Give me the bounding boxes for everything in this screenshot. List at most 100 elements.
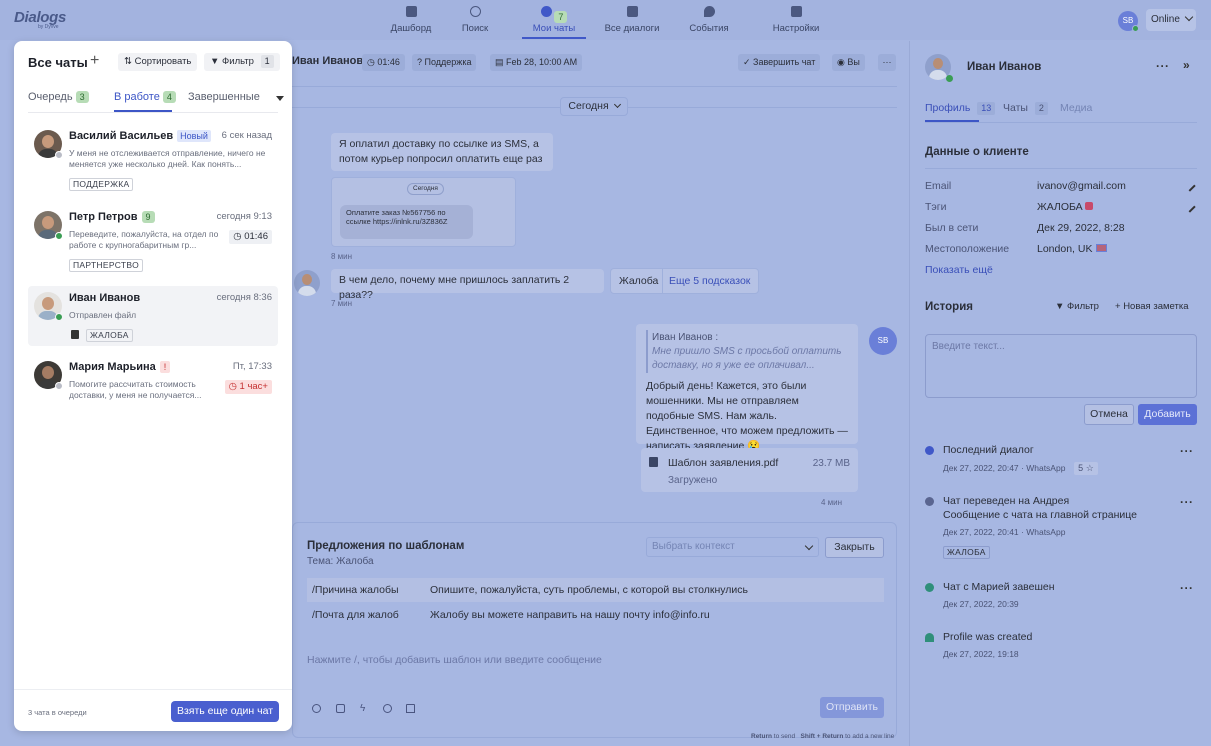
edit-icon[interactable] [1184, 180, 1196, 192]
attach-icon[interactable] [312, 704, 321, 713]
day-label: Сегодня [568, 100, 609, 112]
template-row[interactable]: /Причина жалобы Опишите, пожалуйста, сут… [307, 578, 884, 602]
filter-label: Фильтр [222, 56, 254, 67]
nav-dashboard[interactable]: Дашборд [390, 6, 432, 34]
assignee-button[interactable]: ◉ Вы [832, 54, 865, 71]
history-title: Profile was created [943, 631, 1033, 643]
chat-list-item-active[interactable]: Иван Иванов сегодня 8:36 Отправлен файл … [28, 292, 278, 342]
nav-settings[interactable]: Настройки [772, 6, 820, 34]
settings-icon [790, 6, 802, 17]
tab-chats[interactable]: Чаты 2 [1003, 102, 1048, 115]
day-divider[interactable]: Сегодня [560, 97, 628, 116]
file-attachment[interactable]: Шаблон заявления.pdf 23.7 MB Загружено [641, 448, 858, 492]
location-label: Местоположение [925, 243, 1010, 255]
online-dot [1132, 25, 1139, 32]
templates-title: Предложения по шаблонам [307, 540, 465, 552]
chat-list-item[interactable]: Мария Марьина! Пт, 17:33 Помогите рассчи… [28, 361, 278, 411]
bookmark-icon[interactable] [406, 704, 415, 713]
more-icon[interactable]: ··· [878, 54, 896, 71]
chat-timer: ◷ 01:46 [362, 54, 405, 71]
image-attachment[interactable]: Сегодня Оплатите заказ №567756 по ссылке… [331, 177, 516, 247]
chevron-down-icon [804, 541, 814, 551]
tab-media[interactable]: Медиа [1060, 102, 1092, 114]
add-note-button[interactable]: Добавить [1138, 404, 1197, 425]
reply-text: Добрый день! Кажется, это были мошенники… [646, 380, 848, 452]
edit-icon[interactable] [1184, 201, 1196, 213]
emoji-icon[interactable] [383, 704, 392, 713]
chevron-down-icon [613, 100, 621, 109]
chat-preview: Отправлен файл [69, 310, 137, 320]
end-chat-button[interactable]: ✓ Завершить чат [738, 54, 821, 71]
add-chat-icon[interactable]: + [90, 52, 99, 70]
more-hints-link[interactable]: Еще 5 подсказок [669, 274, 750, 289]
collapse-panel-icon[interactable]: » [1183, 58, 1190, 72]
chat-tag: ЖАЛОБА [86, 329, 133, 342]
chat-category[interactable]: ? Поддержка [412, 54, 477, 71]
nav-all-dialogs[interactable]: Все диалоги [604, 6, 660, 34]
status-dropdown[interactable]: Online [1146, 9, 1196, 31]
timer-icon: ◷ [228, 381, 237, 392]
tag-color-icon [1085, 202, 1093, 210]
rating-badge: 5 ☆ [1074, 462, 1098, 475]
template-row[interactable]: /Почта для жалоб Жалобу вы можете направ… [307, 603, 884, 627]
timer-value: 01:46 [244, 231, 268, 242]
nav-active-indicator [522, 37, 586, 39]
history-filter-button[interactable]: ▼ Фильтр [1055, 301, 1099, 312]
template-text: Жалобу вы можете направить на нашу почту… [430, 609, 710, 621]
template-icon[interactable] [336, 704, 345, 713]
tab-in-progress[interactable]: В работе 4 [114, 91, 176, 103]
take-another-chat-button[interactable]: Взять еще один чат [171, 701, 279, 722]
more-icon[interactable]: ··· [1156, 59, 1170, 73]
message-time: 8 мин [331, 252, 353, 261]
nav-events[interactable]: События [688, 6, 730, 34]
chat-list-item[interactable]: Василий Васильев Новый 6 сек назад У меня… [28, 130, 278, 192]
location-value: London, UK [1037, 243, 1093, 255]
header-divider [292, 86, 897, 87]
lightning-icon[interactable]: ϟ [360, 704, 369, 714]
tab-count: 4 [162, 91, 176, 103]
search-icon [469, 6, 481, 17]
reply-quote-author: Иван Иванов : [652, 332, 719, 343]
chats-icon [540, 6, 552, 17]
file-status: Загружено [668, 475, 718, 486]
new-note-button[interactable]: + Новая заметка [1115, 301, 1188, 312]
note-textarea[interactable]: Введите текст... [925, 334, 1197, 398]
chat-list-item[interactable]: Петр Петров 9 сегодня 9:13 Переведите, по… [28, 211, 278, 273]
more-icon[interactable]: ··· [1180, 581, 1194, 595]
chat-name: Петр Петров 9 [69, 211, 155, 223]
all-chats-panel: Все чаты + ⇅ Сортировать ▼ Фильтр 1 Очер… [14, 41, 292, 731]
tab-queue[interactable]: Очередь 3 [28, 91, 89, 103]
message-time: 7 мин [331, 299, 353, 308]
message-time: 4 мин [821, 498, 843, 507]
chevron-down-icon [1184, 12, 1194, 22]
nav-my-chats[interactable]: 7 Мои чаты [530, 6, 578, 34]
timer-icon: ◷ [233, 231, 242, 242]
nav-label: Мои чаты [532, 23, 576, 34]
tab-label: Профиль [925, 102, 971, 114]
caret-down-icon[interactable] [276, 96, 284, 101]
message-input[interactable]: Нажмите /, чтобы добавить шаблон или вве… [307, 654, 602, 666]
nav-search[interactable]: Поиск [458, 6, 492, 34]
history-transfer-icon [925, 497, 934, 506]
context-select[interactable]: Выбрать контекст [646, 537, 819, 557]
user-avatar[interactable]: SB [1118, 11, 1139, 32]
cancel-note-button[interactable]: Отмена [1084, 404, 1134, 425]
close-templates-button[interactable]: Закрыть [825, 537, 884, 558]
hint-complaint[interactable]: Жалоба [619, 274, 658, 289]
hint-send: to send [773, 733, 796, 740]
chat-customer-name: Иван Иванов [292, 55, 364, 67]
more-icon[interactable]: ··· [1180, 495, 1194, 509]
tab-profile[interactable]: Профиль 13 [925, 102, 996, 115]
timer-value: 1 час+ [239, 381, 268, 392]
history-check-icon [925, 583, 934, 592]
filter-button[interactable]: ▼ Фильтр 1 [204, 53, 280, 71]
show-more-link[interactable]: Показать ещё [925, 264, 993, 276]
tab-completed[interactable]: Завершенные [188, 91, 260, 103]
sort-button[interactable]: ⇅ Сортировать [118, 53, 198, 71]
tab-label: Завершенные [188, 91, 260, 103]
more-icon[interactable]: ··· [1180, 444, 1194, 458]
file-icon [649, 457, 658, 467]
email-label: Email [925, 180, 952, 192]
agent-initials: SB [877, 336, 889, 345]
send-button[interactable]: Отправить [820, 697, 884, 718]
